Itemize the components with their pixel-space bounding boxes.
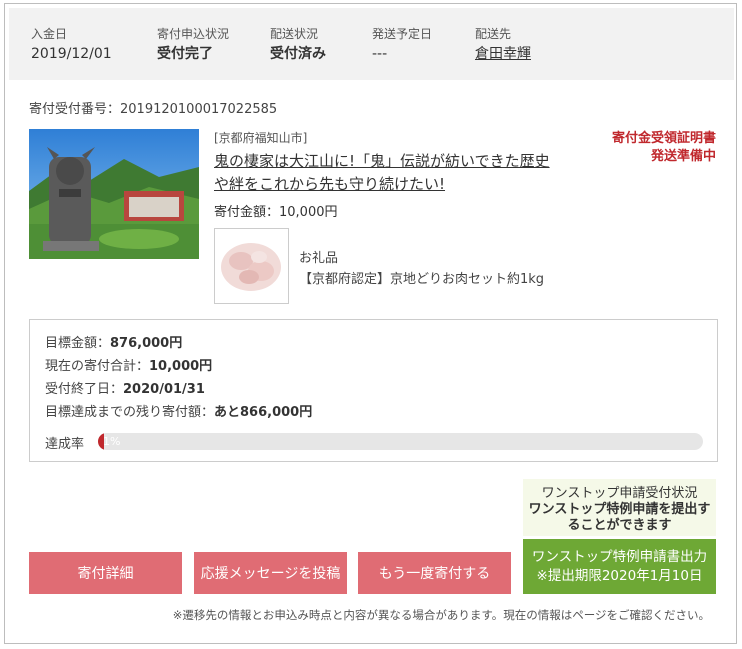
- project-thumbnail[interactable]: [29, 129, 199, 259]
- goal-target-row: 目標金額：876,000円: [45, 335, 182, 353]
- onestop-status-box: ワンストップ申請受付状況 ワンストップ特例申請を提出することができます: [523, 479, 716, 536]
- shipping-status-label: 配送状況: [270, 27, 319, 41]
- goal-end-row: 受付終了日：2020/01/31: [45, 381, 205, 399]
- application-status-label: 寄付申込状況: [157, 27, 230, 41]
- donation-info-bar: 入金日 2019/12/01 寄付申込状況 受付完了 配送状況 受付済み 発送予…: [9, 8, 734, 80]
- disclaimer-note: ※遷移先の情報とお申込み時点と内容が異なる場合があります。現在の情報はページをご…: [172, 608, 710, 622]
- donation-details-button[interactable]: 寄付詳細: [29, 552, 182, 594]
- shipping-date-value: ---: [372, 46, 388, 62]
- application-status-column: 寄付申込状況 受付完了: [157, 26, 229, 63]
- goal-target-value: 876,000円: [110, 336, 183, 351]
- shipping-status-value: 受付済み: [270, 46, 326, 62]
- recipient-column: 配送先 倉田幸輝: [475, 26, 531, 63]
- onestop-application-button[interactable]: ワンストップ特例申請書出力 ※提出期限2020年1月10日: [523, 539, 716, 594]
- certificate-status-line1: 寄付金受領証明書: [611, 131, 716, 146]
- gift-thumbnail[interactable]: [214, 228, 289, 304]
- goal-current-value: 10,000円: [149, 359, 213, 374]
- recipient-link[interactable]: 倉田幸輝: [475, 45, 531, 63]
- onestop-status-title: ワンストップ申請受付状況: [541, 486, 698, 501]
- goal-current-label: 現在の寄付合計：: [45, 359, 150, 374]
- donation-amount: 寄付金額：10,000円: [214, 205, 338, 220]
- project-prefecture: [京都府福知山市]: [214, 131, 308, 145]
- goal-end-label: 受付終了日：: [45, 382, 124, 397]
- shipping-status-column: 配送状況 受付済み: [270, 26, 326, 63]
- goal-box: 目標金額：876,000円 現在の寄付合計：10,000円 受付終了日：2020…: [29, 319, 718, 462]
- deposit-date-column: 入金日 2019/12/01: [31, 26, 112, 63]
- progress-bar: 1%: [98, 433, 703, 450]
- goal-end-value: 2020/01/31: [123, 382, 205, 397]
- recipient-label: 配送先: [475, 27, 512, 41]
- certificate-status-line2: 発送準備中: [650, 149, 716, 164]
- gift-name: 【京都府認定】京地どりお肉セット約1kg: [299, 272, 545, 287]
- goal-remaining-label: 目標達成までの残り寄付額：: [45, 405, 215, 420]
- onestop-button-line2: ※提出期限2020年1月10日: [536, 567, 703, 584]
- progress-label: 達成率: [45, 437, 85, 452]
- deposit-date-value: 2019/12/01: [31, 46, 112, 62]
- post-message-button[interactable]: 応援メッセージを投稿: [194, 552, 347, 594]
- deposit-date-label: 入金日: [31, 27, 68, 41]
- receipt-number: 寄付受付番号：2019120100017022585: [29, 102, 278, 117]
- goal-remaining-value: あと866,000円: [214, 405, 313, 420]
- project-title-link[interactable]: 鬼の棲家は大江山に!「鬼」伝説が紡いできた歴史や絆をこれから先も守り続けたい!: [214, 150, 564, 196]
- progress-text: 1%: [103, 435, 121, 448]
- shipping-date-column: 発送予定日 ---: [372, 26, 432, 63]
- shipping-date-label: 発送予定日: [372, 27, 433, 41]
- donation-card: 入金日 2019/12/01 寄付申込状況 受付完了 配送状況 受付済み 発送予…: [4, 3, 737, 644]
- goal-remaining-row: 目標達成までの残り寄付額：あと866,000円: [45, 404, 312, 422]
- goal-target-label: 目標金額：: [45, 336, 111, 351]
- onestop-button-line1: ワンストップ特例申請書出力: [531, 548, 708, 565]
- gift-label: お礼品: [299, 251, 339, 266]
- goal-current-row: 現在の寄付合計：10,000円: [45, 358, 212, 376]
- application-status-value: 受付完了: [157, 46, 213, 62]
- donate-again-button[interactable]: もう一度寄付する: [358, 552, 511, 594]
- onestop-status-message: ワンストップ特例申請を提出することができます: [528, 502, 711, 533]
- certificate-status: 寄付金受領証明書 発送準備中: [612, 130, 716, 166]
